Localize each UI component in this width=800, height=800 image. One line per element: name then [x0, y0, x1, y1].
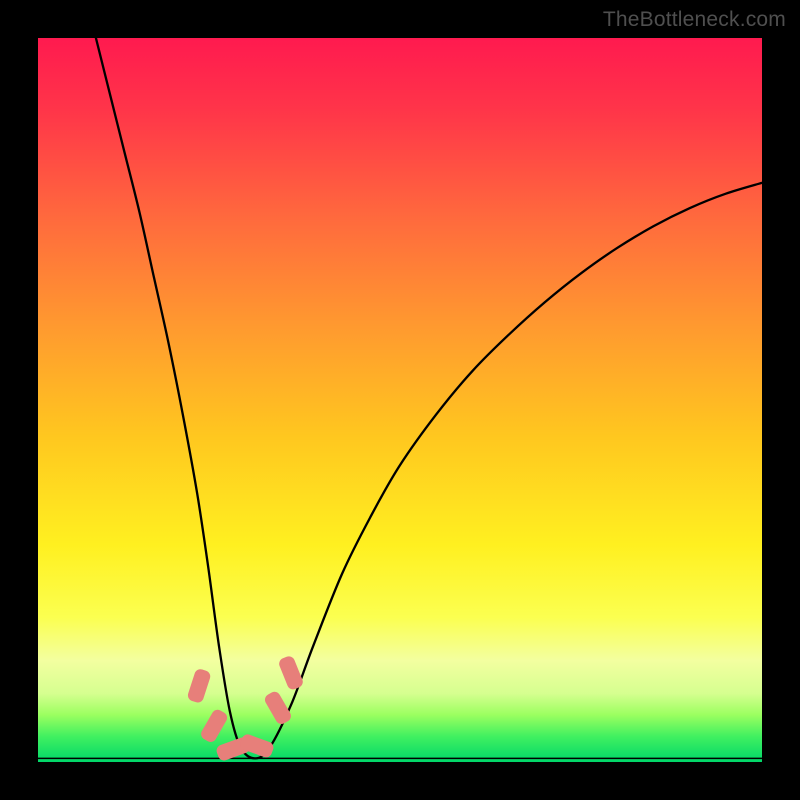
plot-area	[38, 38, 762, 762]
attribution-text: TheBottleneck.com	[603, 8, 786, 32]
chart-frame: TheBottleneck.com	[0, 0, 800, 800]
plot-curve-layer	[38, 38, 762, 762]
bottleneck-curve	[96, 38, 762, 758]
